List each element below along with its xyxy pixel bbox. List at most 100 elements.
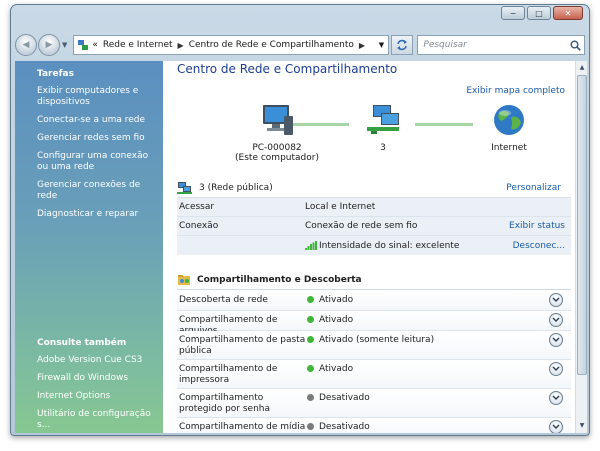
expand-chevron-icon[interactable] <box>549 293 563 307</box>
sharing-status: Ativado (somente leitura) <box>319 335 435 345</box>
sharing-label: Compartilhamento de pasta pública <box>179 335 306 356</box>
computer-icon <box>263 105 293 135</box>
connection-row: Conexão Conexão de rede sem fio Exibir s… <box>177 217 571 236</box>
status-off-icon <box>307 423 314 430</box>
see-also-windows-firewall[interactable]: Firewall do Windows <box>15 373 163 384</box>
breadcrumb-separator-icon[interactable]: ▶ <box>359 41 365 50</box>
expand-chevron-icon[interactable] <box>549 362 563 376</box>
page-title: Centro de Rede e Compartilhamento <box>177 62 398 76</box>
breadcrumb-item[interactable]: Centro de Rede e Compartilhamento <box>189 40 354 50</box>
sharing-row: Compartilhamento de impressora Ativado <box>177 360 571 389</box>
access-label: Acessar <box>179 202 215 212</box>
sharing-title: Compartilhamento e Descoberta <box>197 274 362 285</box>
status-off-icon <box>307 394 314 401</box>
caption-buttons: − □ ✕ <box>499 6 583 20</box>
see-also-config-utility[interactable]: Utilitário de configuração s... <box>15 409 163 431</box>
maximize-button[interactable]: □ <box>527 6 551 20</box>
view-status-link[interactable]: Exibir status <box>509 221 571 231</box>
access-value: Local e Internet <box>305 202 376 212</box>
see-also-internet-options[interactable]: Internet Options <box>15 391 163 402</box>
recent-pages-dropdown[interactable]: ▼ <box>62 41 67 49</box>
sharing-status: Desativado <box>319 393 370 403</box>
signal-strength-text: Intensidade do sinal: excelente <box>319 240 460 251</box>
task-diagnose-repair[interactable]: Diagnosticar e reparar <box>15 209 163 220</box>
internet-node[interactable]: Internet <box>477 103 541 153</box>
network-header: 3 (Rede pública) Personalizar <box>177 179 561 197</box>
refresh-icon <box>397 39 408 51</box>
expand-chevron-icon[interactable] <box>549 333 563 347</box>
status-on-icon <box>307 336 314 343</box>
breadcrumb-separator-icon[interactable]: ▶ <box>178 41 184 50</box>
scroll-thumb[interactable] <box>577 75 587 375</box>
network-icon <box>367 105 399 134</box>
network-node[interactable]: 3 <box>357 103 409 153</box>
status-on-icon <box>307 296 314 303</box>
sharing-header: Compartilhamento e Descoberta <box>177 270 571 290</box>
sharing-status: Desativado <box>319 422 370 432</box>
globe-icon <box>494 105 524 135</box>
see-also-adobe-version-cue[interactable]: Adobe Version Cue CS3 <box>15 355 163 366</box>
task-connect-network[interactable]: Conectar-se a uma rede <box>15 115 163 126</box>
main-content: Centro de Rede e Compartilhamento Exibir… <box>163 61 575 433</box>
network-name-label: 3 (Rede pública) <box>199 183 273 193</box>
sharing-row: Compartilhamento protegido por senha Des… <box>177 389 571 418</box>
window: − □ ✕ ◀ ▶ ▼ « Rede e Internet ▶ Centro d… <box>10 4 590 436</box>
computer-subtitle: (Este computador) <box>235 153 319 163</box>
task-pane: Tarefas Exibir computadores e dispositiv… <box>15 61 163 433</box>
task-view-computers[interactable]: Exibir computadores e dispositivos <box>15 86 163 108</box>
signal-strength-icon <box>305 241 317 250</box>
address-dropdown-icon[interactable]: ▼ <box>374 41 388 49</box>
sharing-label: Descoberta de rede <box>179 295 268 305</box>
status-on-icon <box>307 365 314 372</box>
task-setup-connection[interactable]: Configurar uma conexão ou uma rede <box>15 151 163 173</box>
expand-chevron-icon[interactable] <box>549 420 563 433</box>
expand-chevron-icon[interactable] <box>549 313 563 327</box>
sharing-row: Descoberta de rede Ativado <box>177 291 571 311</box>
scroll-down-icon[interactable]: ▼ <box>577 420 587 432</box>
see-also-heading: Consulte também <box>37 338 127 348</box>
scroll-up-icon[interactable]: ▲ <box>577 62 587 74</box>
connection-line <box>415 123 473 126</box>
see-also-section: Consulte também Adobe Version Cue CS3 Fi… <box>15 338 163 431</box>
sharing-row: Compartilhamento de pasta pública Ativad… <box>177 331 571 360</box>
close-button[interactable]: ✕ <box>553 6 583 20</box>
navigation-bar: ◀ ▶ ▼ « Rede e Internet ▶ Centro de Rede… <box>15 31 585 59</box>
sharing-label: Compartilhamento protegido por senha <box>179 393 271 414</box>
sharing-row: Compartilhamento de mídia Desativado <box>177 418 571 433</box>
connection-label: Conexão <box>179 221 219 231</box>
forward-button[interactable]: ▶ <box>38 34 60 56</box>
customize-link[interactable]: Personalizar <box>506 183 561 193</box>
network-center-icon <box>78 40 89 50</box>
access-row: Acessar Local e Internet <box>177 198 571 217</box>
sharing-label: Compartilhamento de arquivos <box>179 315 278 336</box>
task-manage-wireless[interactable]: Gerenciar redes sem fio <box>15 133 163 144</box>
search-box[interactable]: Pesquisar <box>417 35 585 55</box>
refresh-button[interactable] <box>391 35 414 55</box>
disconnect-link[interactable]: Desconec... <box>513 241 571 251</box>
sharing-status: Ativado <box>319 295 354 305</box>
network-small-icon <box>177 182 192 194</box>
network-map: PC-000082 (Este computador) 3 Internet <box>163 103 575 173</box>
task-manage-connections[interactable]: Gerenciar conexões de rede <box>15 180 163 202</box>
back-button[interactable]: ◀ <box>15 34 37 56</box>
sharing-row: Compartilhamento de arquivos Ativado <box>177 311 571 336</box>
vertical-scrollbar[interactable]: ▲ ▼ <box>575 61 587 433</box>
address-bar[interactable]: « Rede e Internet ▶ Centro de Rede e Com… <box>73 35 390 55</box>
address-chevrons[interactable]: « <box>92 40 98 50</box>
sharing-label: Compartilhamento de impressora <box>179 364 278 385</box>
status-on-icon <box>307 316 314 323</box>
expand-chevron-icon[interactable] <box>549 391 563 405</box>
connection-value: Conexão de rede sem fio <box>305 221 418 231</box>
sharing-status: Ativado <box>319 364 354 374</box>
computer-name: PC-000082 <box>252 143 302 153</box>
computer-node[interactable]: PC-000082 (Este computador) <box>229 103 325 163</box>
breadcrumb-item[interactable]: Rede e Internet <box>103 40 173 50</box>
search-placeholder: Pesquisar <box>423 40 467 50</box>
sharing-status: Ativado <box>319 315 354 325</box>
sharing-icon <box>178 274 190 285</box>
view-full-map-link[interactable]: Exibir mapa completo <box>466 86 565 96</box>
minimize-button[interactable]: − <box>501 6 525 20</box>
search-icon[interactable] <box>566 40 584 51</box>
tasks-heading: Tarefas <box>37 69 74 79</box>
internet-name: Internet <box>491 143 527 153</box>
